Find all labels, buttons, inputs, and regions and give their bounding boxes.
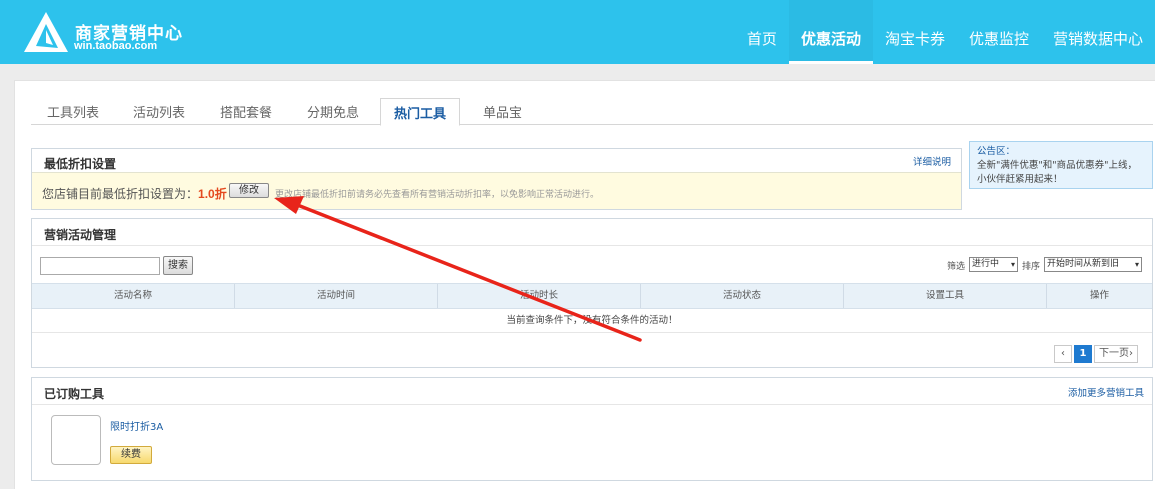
- renew-button[interactable]: 续费: [110, 446, 152, 464]
- top-header: 商家营销中心 win.taobao.com 首页 优惠活动 淘宝卡券 优惠监控 …: [0, 0, 1155, 64]
- search-input[interactable]: [40, 257, 160, 275]
- campaign-management-panel: 营销活动管理 搜索 筛选 进行中 ▾ 排序 开始时间从新到旧 ▾ 活动名称 活动时间…: [31, 218, 1153, 368]
- notice-title: 公告区：: [977, 146, 1016, 157]
- tab-tool-list[interactable]: 工具列表: [47, 102, 99, 121]
- tab-bundle[interactable]: 搭配套餐: [220, 102, 272, 121]
- discount-label: 您店铺目前最低折扣设置为：1.0折: [42, 187, 227, 201]
- add-more-tools-link[interactable]: 添加更多营销工具: [1068, 385, 1144, 399]
- tab-activity-list[interactable]: 活动列表: [133, 102, 185, 121]
- col-activity-status: 活动状态: [641, 284, 844, 308]
- status-filter-select[interactable]: 进行中 ▾: [969, 257, 1018, 272]
- tab-single-item[interactable]: 单品宝: [483, 102, 522, 121]
- tool-name-link[interactable]: 限时打折3A: [110, 418, 163, 433]
- subscribed-tools-panel: 已订购工具 添加更多营销工具 限时打折3A 续费: [31, 377, 1153, 481]
- min-discount-panel: 最低折扣设置 详细说明 您店铺目前最低折扣设置为：1.0折 修改 更改店铺最低折…: [31, 148, 962, 210]
- col-operation: 操作: [1089, 290, 1109, 301]
- prev-page-button[interactable]: ‹: [1054, 345, 1072, 363]
- divider: [32, 404, 1152, 405]
- nav-coupons[interactable]: 淘宝卡券: [873, 0, 957, 64]
- tool-tabs: 工具列表 活动列表 搭配套餐 分期免息 热门工具 单品宝: [31, 98, 1153, 126]
- col-activity-duration: 活动时长: [438, 284, 641, 308]
- main-nav: 首页 优惠活动 淘宝卡券 优惠监控 营销数据中心: [735, 0, 1155, 64]
- chevron-down-icon: ▾: [1134, 260, 1139, 269]
- tool-thumbnail[interactable]: [51, 415, 101, 465]
- nav-home[interactable]: 首页: [735, 0, 789, 64]
- brand-url: win.taobao.com: [74, 40, 158, 52]
- discount-note: 更改店铺最低折扣前请务必先查看所有营销活动折扣率，以免影响正常活动进行。: [275, 190, 600, 200]
- tab-installment[interactable]: 分期免息: [307, 102, 359, 121]
- nav-marketing-data[interactable]: 营销数据中心: [1041, 0, 1155, 64]
- col-activity-name: 活动名称: [32, 284, 235, 308]
- tab-hot-tools[interactable]: 热门工具: [380, 98, 461, 126]
- empty-message: 当前查询条件下，没有符合条件的活动！: [32, 309, 1152, 333]
- nav-promotions[interactable]: 优惠活动: [788, 0, 873, 64]
- logo-icon[interactable]: [22, 10, 70, 54]
- pagination: ‹ 1 下一页›: [1054, 345, 1138, 363]
- min-discount-title: 最低折扣设置: [44, 157, 117, 171]
- notice-board: 公告区： 全新"满件优惠"和"商品优惠券"上线， 小伙伴赶紧用起来！: [969, 141, 1153, 189]
- search-button[interactable]: 搜索: [163, 256, 193, 275]
- notice-line-1: 全新"满件优惠"和"商品优惠券"上线，: [977, 160, 1137, 171]
- sort-label: 排序: [1022, 262, 1041, 272]
- table-header: 活动名称 活动时间 活动时长 活动状态 设置工具 操作: [32, 283, 1152, 309]
- filter-label: 筛选: [947, 262, 966, 272]
- divider: [32, 245, 1152, 246]
- discount-value: 1.0折: [198, 187, 227, 201]
- next-page-button[interactable]: 下一页›: [1094, 345, 1138, 363]
- col-setup-tool: 设置工具: [844, 284, 1047, 308]
- campaign-title: 营销活动管理: [44, 228, 117, 242]
- modify-button[interactable]: 修改: [229, 183, 269, 198]
- nav-monitoring[interactable]: 优惠监控: [957, 0, 1041, 64]
- col-activity-time: 活动时间: [235, 284, 438, 308]
- page-1-button[interactable]: 1: [1074, 345, 1092, 363]
- notice-line-2: 小伙伴赶紧用起来！: [977, 174, 1063, 185]
- content-panel: 工具列表 活动列表 搭配套餐 分期免息 热门工具 单品宝 最低折扣设置 详细说明…: [14, 80, 1155, 489]
- subscribed-title: 已订购工具: [44, 387, 105, 401]
- detail-link[interactable]: 详细说明: [913, 154, 951, 168]
- chevron-down-icon: ▾: [1010, 260, 1015, 269]
- sort-select[interactable]: 开始时间从新到旧 ▾: [1044, 257, 1142, 272]
